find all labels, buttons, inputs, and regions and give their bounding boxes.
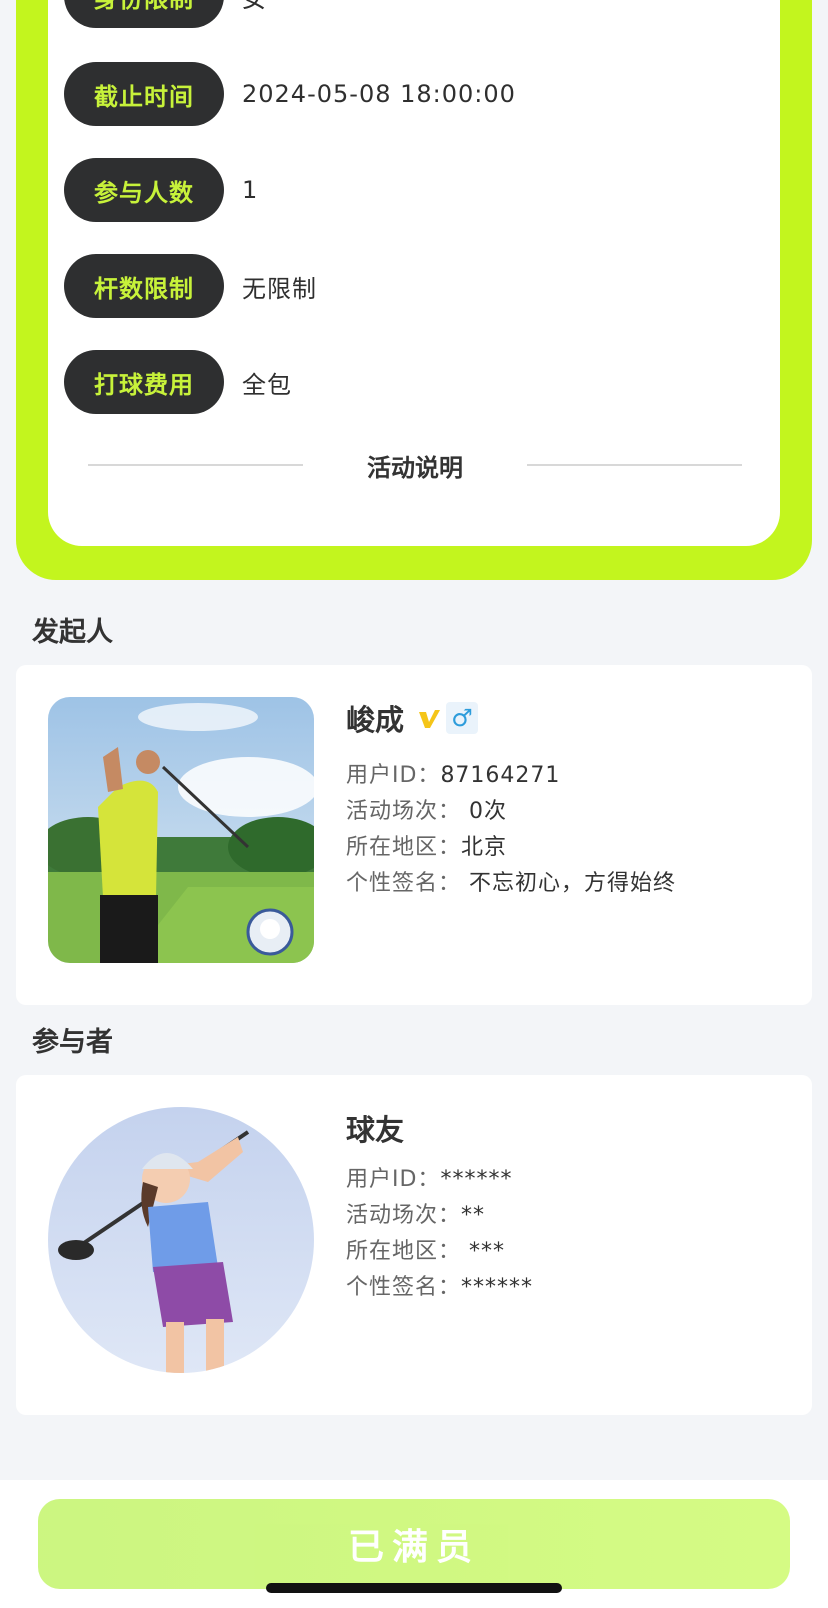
info-row-deadline: 截止时间 2024-05-08 18:00:00	[64, 62, 516, 126]
participant-name-row: 球友	[346, 1107, 404, 1149]
info-row-fee: 打球费用 全包	[64, 350, 292, 414]
user-id-label: 用户ID：	[346, 763, 441, 788]
organizer-name-row: 峻成 ♂	[346, 697, 479, 739]
signature-value: 不忘初心，方得始终	[469, 871, 677, 896]
participant-section-title: 参与者	[32, 1027, 113, 1058]
info-row-identity: 身份限制 女	[64, 0, 267, 28]
activity-description-title[interactable]: 活动说明	[303, 448, 527, 483]
home-indicator[interactable]	[266, 1583, 562, 1593]
activity-description-divider: 活动说明	[88, 448, 742, 482]
identity-limit-value: 女	[242, 0, 267, 14]
signature-label: 个性签名：	[346, 1275, 462, 1300]
organizer-card[interactable]: 峻成 ♂ 用户ID：87164271 活动场次： 0次 所在地区：北京 个性签名：…	[16, 665, 812, 1005]
participant-sessions: 活动场次：**	[346, 1197, 485, 1229]
organizer-signature: 个性签名： 不忘初心，方得始终	[346, 865, 676, 897]
sessions-label: 活动场次：	[346, 799, 462, 824]
region-label: 所在地区：	[346, 1239, 462, 1264]
signature-label: 个性签名：	[346, 871, 462, 896]
organizer-region: 所在地区：北京	[346, 829, 507, 861]
organizer-user-id: 用户ID：87164271	[346, 757, 560, 789]
fee-label: 打球费用	[64, 350, 224, 414]
region-value: 北京	[461, 835, 508, 860]
fee-value: 全包	[242, 370, 292, 399]
organizer-sessions: 活动场次： 0次	[346, 793, 507, 825]
signature-value: ******	[461, 1275, 534, 1300]
participant-user-id: 用户ID：******	[346, 1161, 512, 1193]
region-value: ***	[469, 1239, 506, 1264]
sessions-label: 活动场次：	[346, 1203, 462, 1228]
deadline-value: 2024-05-08 18:00:00	[242, 80, 516, 108]
region-label: 所在地区：	[346, 835, 462, 860]
stroke-limit-value: 无限制	[242, 274, 317, 303]
identity-limit-label: 身份限制	[64, 0, 224, 28]
full-status-button[interactable]: 已满员	[38, 1499, 790, 1589]
participant-avatar[interactable]	[48, 1107, 314, 1373]
participant-name: 球友	[346, 1113, 405, 1147]
participant-card[interactable]: 球友 用户ID：****** 活动场次：** 所在地区： *** 个性签名：***…	[16, 1075, 812, 1415]
user-id-value: 87164271	[440, 763, 561, 788]
organizer-section-title: 发起人	[32, 617, 113, 648]
participant-avatar-photo	[48, 1107, 314, 1373]
male-gender-icon: ♂	[446, 702, 479, 734]
participants-count-label: 参与人数	[64, 158, 224, 222]
sessions-value: 0次	[469, 799, 508, 824]
participant-region: 所在地区： ***	[346, 1233, 505, 1265]
user-id-label: 用户ID：	[346, 1167, 441, 1192]
organizer-avatar-photo	[48, 697, 314, 963]
divider-line-left	[88, 464, 303, 466]
sessions-value: **	[461, 1203, 486, 1228]
deadline-label: 截止时间	[64, 62, 224, 126]
stroke-limit-label: 杆数限制	[64, 254, 224, 318]
verified-v-icon	[416, 705, 442, 731]
divider-line-right	[527, 464, 742, 466]
organizer-name: 峻成	[346, 703, 405, 737]
info-row-stroke-limit: 杆数限制 无限制	[64, 254, 317, 318]
organizer-avatar[interactable]	[48, 697, 314, 963]
info-row-participants: 参与人数 1	[64, 158, 258, 222]
participant-signature: 个性签名：******	[346, 1269, 533, 1301]
user-id-value: ******	[440, 1167, 513, 1192]
participants-count-value: 1	[242, 176, 259, 204]
